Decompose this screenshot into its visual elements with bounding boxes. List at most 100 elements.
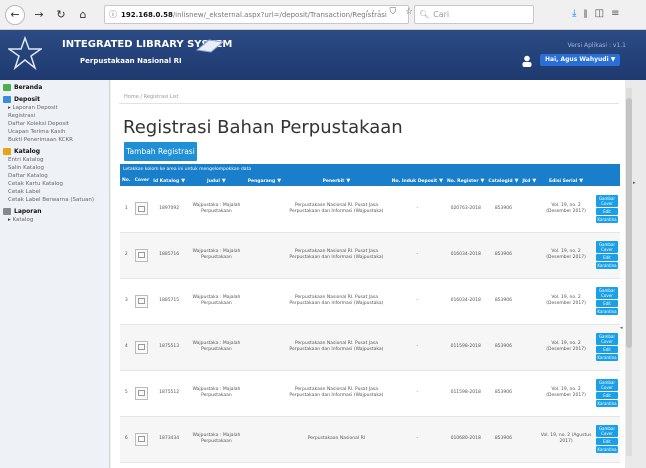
quarantine-button[interactable]: Karantina (595, 308, 618, 315)
url-bar[interactable]: ⓘ 192.168.0.58 /inlisnew/_eksternal.aspx… (104, 5, 409, 24)
browser-right-icons: ⤓⫴◫≡ (572, 8, 626, 19)
library-icon[interactable]: ⫴ (583, 8, 594, 19)
quarantine-button[interactable]: Karantina (595, 400, 618, 407)
cell-pengarang (245, 278, 284, 325)
back-arrow-icon[interactable]: ← (5, 4, 25, 25)
user-menu-button[interactable]: Hai, Agus Wahyudi ▼ (540, 54, 620, 66)
sidebar-item[interactable]: Daftar Katalog (0, 172, 109, 180)
cover-thumbnail[interactable] (135, 432, 149, 446)
vertical-scrollbar[interactable] (626, 88, 632, 456)
column-header[interactable]: No. Induk Deposit ▼ (389, 175, 446, 186)
sidebar-item[interactable]: Entri Katalog (0, 156, 109, 164)
sidebar-item[interactable]: Daftar Koleksi Deposit (0, 120, 109, 128)
cover-thumbnail[interactable] (135, 386, 149, 400)
column-header[interactable]: No. (120, 175, 133, 186)
sidebar-item[interactable]: Salin Katalog (0, 164, 109, 172)
cover-image-button[interactable]: Gambar Cover (595, 333, 618, 345)
column-header[interactable]: Jkd ▼ (520, 175, 539, 186)
cover-thumbnail[interactable] (135, 340, 149, 354)
sidebar-item[interactable]: Laporan Deposit (0, 104, 109, 112)
scroll-right-icon[interactable]: ▸ (633, 180, 636, 186)
edit-button[interactable]: Edit (595, 254, 618, 261)
info-icon[interactable]: ⓘ (109, 9, 117, 20)
filter-icon[interactable]: ▼ (346, 178, 350, 184)
filter-icon[interactable]: ▼ (481, 178, 485, 184)
column-header[interactable]: Judul ▼ (187, 175, 246, 186)
filter-icon[interactable]: ▼ (579, 178, 583, 184)
sidebar-toggle-icon[interactable]: ◫ (595, 8, 611, 19)
quarantine-button[interactable]: Karantina (595, 262, 618, 269)
filter-icon[interactable]: ▼ (532, 178, 536, 184)
cover-thumbnail[interactable] (135, 248, 149, 262)
cover-image-button[interactable]: Gambar Cover (595, 194, 618, 207)
sidebar-item[interactable]: Ucapan Terima Kasih (0, 128, 109, 136)
sidebar-item[interactable]: Bukti Penerimaan KCKR (0, 136, 109, 144)
cover-image-button[interactable]: Gambar Cover (595, 379, 618, 391)
sidebar-section-3[interactable]: Laporan (0, 207, 109, 216)
quarantine-button[interactable]: Karantina (595, 354, 618, 361)
sidebar-section-1[interactable]: Deposit (0, 95, 109, 104)
section-icon (3, 148, 11, 155)
cell-no: 1 (120, 186, 133, 233)
column-header-label: Jkd (522, 178, 531, 184)
sidebar-item[interactable]: Cetak Label (0, 188, 109, 196)
cell-register: 016034-2018 (445, 278, 487, 325)
cell-id: 1885716 (151, 232, 188, 279)
filter-icon[interactable]: ▼ (439, 178, 443, 184)
filter-icon[interactable]: ▼ (181, 178, 185, 184)
edit-button[interactable]: Edit (595, 346, 618, 353)
edit-button[interactable]: Edit (595, 207, 618, 215)
sidebar-item[interactable]: Cetak Kartu Katalog (0, 180, 109, 188)
column-header[interactable]: Penerbit ▼ (283, 175, 390, 186)
sidebar-item[interactable]: Katalog (0, 216, 109, 224)
url-host: 192.168.0.58 (121, 10, 173, 19)
cell-cover (132, 416, 152, 463)
reload-icon[interactable]: ↻ (53, 7, 69, 23)
cover-thumbnail[interactable] (135, 202, 149, 216)
column-header[interactable]: Edisi Serial ▼ (538, 175, 594, 186)
download-icon[interactable]: ⤓ (572, 8, 583, 19)
scroll-left-icon[interactable]: ◂ (620, 325, 623, 331)
search-input[interactable]: 🔍︎ Cari (414, 5, 534, 24)
cover-image-button[interactable]: Gambar Cover (595, 287, 618, 299)
cover-image-button[interactable]: Gambar Cover (595, 241, 618, 253)
menu-icon[interactable]: ≡ (611, 8, 626, 19)
sidebar-item[interactable]: Registrasi (0, 112, 109, 120)
scrollbar-thumb[interactable] (626, 98, 632, 348)
home-icon[interactable]: ⌂ (75, 7, 91, 23)
cell-penerbit: Perpustakaan Nasional RI. Pusat Jasa Per… (283, 370, 390, 417)
column-header[interactable]: Id Katalog ▼ (151, 175, 188, 186)
cell-catalogid: 853906 (486, 324, 521, 371)
cell-no: 2 (120, 232, 133, 279)
cell-no: 4 (120, 324, 133, 371)
cell-judul: Wajpustaka : Majalah Perpustakaan (187, 370, 246, 417)
forward-arrow-icon[interactable]: → (31, 7, 47, 23)
filter-icon[interactable]: ▼ (515, 178, 519, 184)
page-actions-icon[interactable]: ··· ⛉ ☆ (366, 7, 416, 17)
edit-button[interactable]: Edit (595, 300, 618, 307)
group-drop-hint: Letakkan kolom ke area ini untuk mengelo… (120, 164, 620, 175)
column-header[interactable]: Pengarang ▼ (245, 175, 284, 186)
quarantine-button[interactable]: Karantina (595, 215, 618, 223)
column-header[interactable]: Catalogid ▼ (486, 175, 521, 186)
quarantine-button[interactable]: Karantina (595, 446, 618, 453)
edit-button[interactable]: Edit (595, 392, 618, 399)
column-header-label: Edisi Serial (549, 178, 578, 184)
column-header[interactable]: No. Register ▼ (445, 175, 487, 186)
cell-edisi: Vol. 19, no. 2 (Desember 2017) (538, 186, 594, 233)
sidebar-section-2[interactable]: Katalog (0, 147, 109, 156)
cell-catalogid: 853906 (486, 278, 521, 325)
sidebar-item[interactable]: Cetak Label Berwarna (Satuan) (0, 196, 109, 204)
column-header-label: Judul (207, 178, 220, 184)
edit-button[interactable]: Edit (595, 438, 618, 445)
column-header[interactable]: Cover (132, 175, 152, 186)
cell-cover (132, 278, 152, 325)
cell-judul: Wajpustaka : Majalah Perpustakaan (187, 278, 246, 325)
table-row: 6 1873434 Wajpustaka : Majalah Perpustakaa… (120, 416, 620, 463)
filter-icon[interactable]: ▼ (277, 178, 281, 184)
cover-image-button[interactable]: Gambar Cover (595, 425, 618, 437)
cover-thumbnail[interactable] (135, 294, 149, 308)
sidebar-section-0[interactable]: Beranda (0, 83, 109, 92)
filter-icon[interactable]: ▼ (222, 178, 226, 184)
add-registration-button[interactable]: Tambah Registrasi (124, 142, 197, 161)
